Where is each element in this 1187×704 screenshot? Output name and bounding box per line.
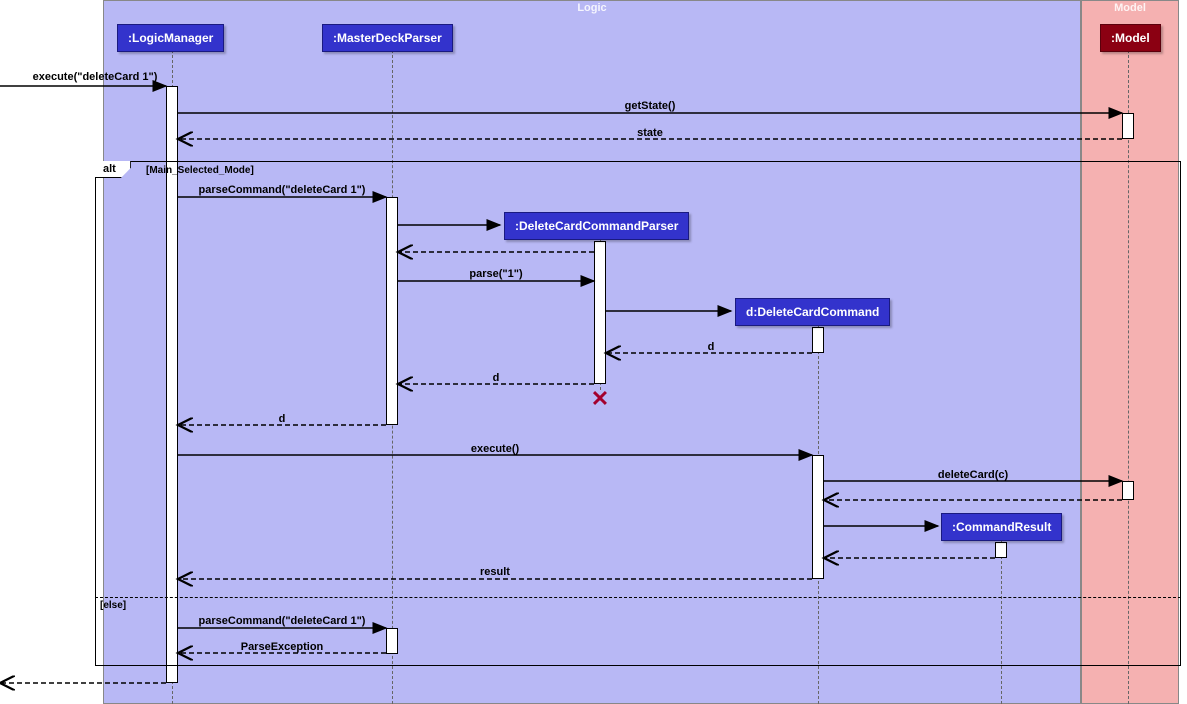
- alt-guard-1: [Main_Selected_Mode]: [146, 165, 254, 176]
- msg-parsecommand-1: parseCommand("deleteCard 1"): [199, 184, 366, 196]
- msg-parse: parse("1"): [469, 268, 522, 280]
- region-logic-label: Logic: [577, 2, 606, 14]
- msg-parsecommand-2: parseCommand("deleteCard 1"): [199, 615, 366, 627]
- participant-model: :Model: [1100, 24, 1161, 52]
- alt-frame: [95, 161, 1181, 666]
- msg-execute-in: execute("deleteCard 1"): [33, 71, 158, 83]
- msg-state: state: [637, 127, 663, 139]
- participant-masterdeckparser: :MasterDeckParser: [322, 24, 453, 52]
- destroy-icon: ✕: [591, 386, 609, 412]
- msg-d2: d: [493, 372, 500, 384]
- sequence-diagram: Logic Model :LogicManager :MasterDeckPar…: [0, 0, 1187, 704]
- alt-divider: [95, 597, 1181, 598]
- msg-d1: d: [708, 341, 715, 353]
- msg-d3: d: [279, 413, 286, 425]
- msg-result: result: [480, 566, 510, 578]
- region-model-label: Model: [1114, 2, 1146, 14]
- activation-model-1: [1122, 113, 1134, 139]
- participant-logicmanager: :LogicManager: [117, 24, 224, 52]
- alt-guard-2: [else]: [100, 600, 126, 611]
- msg-parseexception: ParseException: [241, 641, 324, 653]
- msg-getstate: getState(): [625, 100, 676, 112]
- msg-execute: execute(): [471, 443, 519, 455]
- msg-deletecard: deleteCard(c): [938, 469, 1008, 481]
